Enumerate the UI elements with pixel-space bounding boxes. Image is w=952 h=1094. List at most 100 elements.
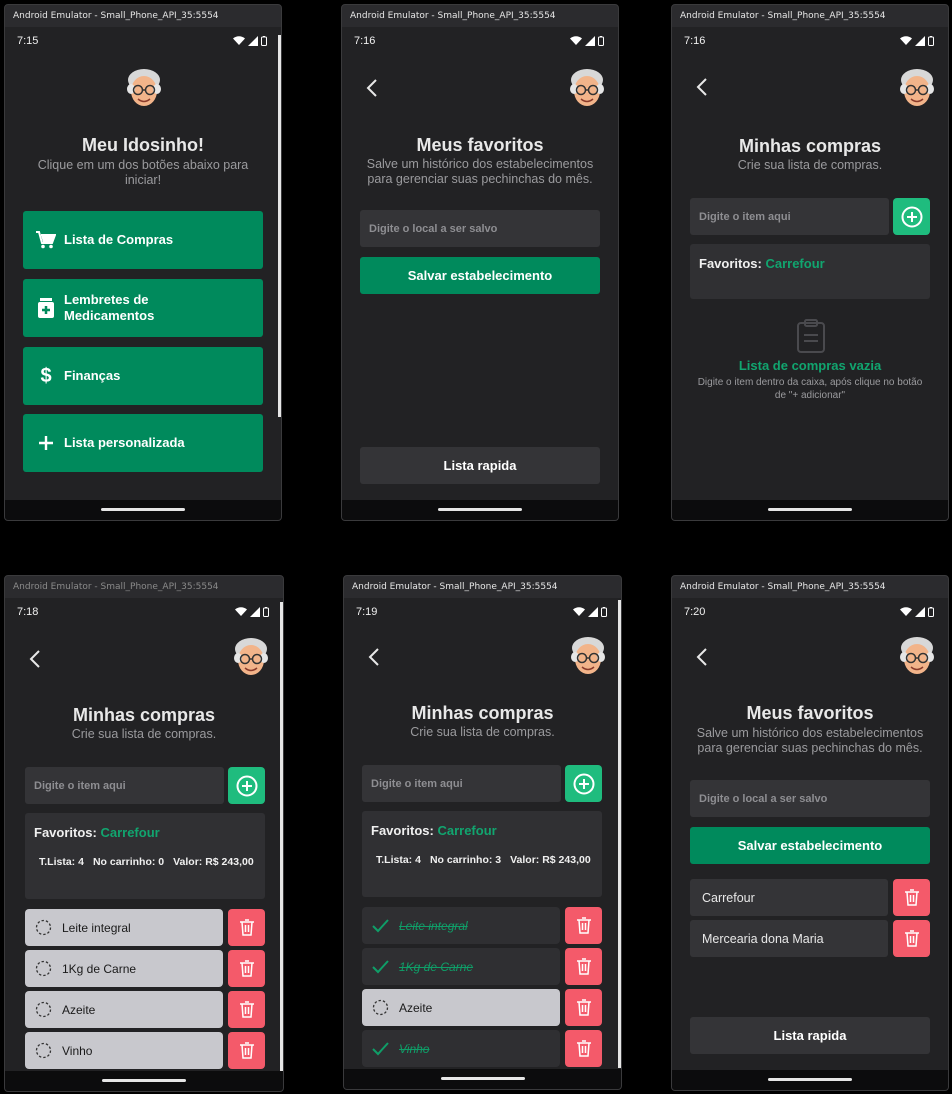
list-item-checked[interactable]: Leite integral: [362, 907, 560, 944]
status-icons: [900, 36, 934, 46]
page-title: Meus favoritos: [416, 135, 544, 155]
elderly-avatar-icon: [570, 69, 604, 106]
page-title: Minhas compras: [72, 705, 216, 725]
elderly-avatar-icon: [900, 637, 934, 674]
check-icon[interactable]: [371, 1040, 389, 1058]
check-icon[interactable]: [371, 917, 389, 935]
button-label: Lista de Compras: [64, 232, 174, 247]
saved-store-item[interactable]: Mercearia dona Maria: [690, 920, 888, 957]
list-item[interactable]: Leite integral: [25, 909, 223, 946]
unchecked-circle-icon[interactable]: [34, 960, 52, 978]
unchecked-circle-icon[interactable]: [34, 1001, 52, 1019]
battery-icon: [928, 36, 934, 46]
item-input[interactable]: Digite o item aqui: [25, 767, 224, 804]
delete-store-button[interactable]: [893, 879, 930, 916]
trash-icon: [239, 919, 254, 936]
saved-store-item[interactable]: Carrefour: [690, 879, 888, 916]
back-arrow-icon[interactable]: [362, 77, 384, 99]
list-item[interactable]: Azeite: [362, 989, 560, 1026]
favorite-store[interactable]: Carrefour: [100, 825, 159, 840]
page-title: Meu Idosinho!: [82, 135, 204, 155]
list-item[interactable]: Azeite: [25, 991, 223, 1028]
favorite-store[interactable]: Carrefour: [765, 256, 824, 271]
home-gesture-pill[interactable]: [768, 1078, 852, 1081]
home-gesture-pill[interactable]: [102, 1079, 186, 1082]
back-arrow-icon[interactable]: [692, 76, 714, 98]
battery-icon: [263, 607, 269, 617]
status-icons: [900, 607, 934, 617]
store-input[interactable]: Digite o local a ser salvo: [690, 780, 930, 817]
nav-bar: [5, 500, 281, 520]
save-store-button[interactable]: Salvar estabelecimento: [690, 827, 930, 864]
nav-bar: [5, 1071, 283, 1091]
save-store-button[interactable]: Salvar estabelecimento: [360, 257, 600, 294]
unchecked-circle-icon[interactable]: [34, 1042, 52, 1060]
signal-icon: [248, 36, 258, 46]
item-label: Vinho: [399, 1041, 430, 1056]
add-item-button[interactable]: [565, 765, 602, 802]
emulator-title: Android Emulator - Small_Phone_API_35:55…: [680, 11, 886, 21]
store-input[interactable]: Digite o local a ser salvo: [360, 210, 600, 247]
back-arrow-icon[interactable]: [692, 646, 714, 668]
signal-icon: [915, 36, 925, 46]
clipboard-icon: [797, 319, 825, 353]
quick-list-button[interactable]: Lista rapida: [690, 1017, 930, 1054]
favorites-label: Favoritos: Carrefour: [34, 825, 160, 840]
add-item-button[interactable]: [228, 767, 265, 804]
unchecked-circle-icon[interactable]: [34, 919, 52, 937]
list-item[interactable]: 1Kg de Carne: [25, 950, 223, 987]
signal-icon: [585, 36, 595, 46]
favorites-label: Favoritos: Carrefour: [699, 256, 825, 271]
list-item[interactable]: Vinho: [25, 1032, 223, 1069]
emulator-window-favorites: Android Emulator - Small_Phone_API_35:55…: [341, 4, 619, 521]
status-icons: [235, 607, 269, 617]
shopping-list-button[interactable]: Lista de Compras: [23, 211, 263, 269]
trash-icon: [904, 889, 919, 906]
item-input[interactable]: Digite o item aqui: [362, 765, 561, 802]
status-time: 7:16: [354, 35, 376, 47]
scrollbar[interactable]: [618, 600, 621, 1068]
favorites-card: Favoritos: Carrefour T.Lista: 4 No carrin…: [362, 811, 602, 897]
delete-item-button[interactable]: [565, 948, 602, 985]
emulator-title: Android Emulator - Small_Phone_API_35:55…: [13, 11, 219, 21]
check-icon[interactable]: [371, 958, 389, 976]
delete-item-button[interactable]: [228, 1032, 265, 1069]
nav-bar: [672, 500, 948, 520]
status-icons: [573, 607, 607, 617]
item-label: Leite integral: [399, 918, 468, 933]
home-gesture-pill[interactable]: [440, 1077, 525, 1080]
finances-button[interactable]: $ Finanças: [23, 347, 263, 405]
quick-list-button[interactable]: Lista rapida: [360, 447, 600, 484]
home-gesture-pill[interactable]: [101, 508, 185, 511]
list-item-checked[interactable]: 1Kg de Carne: [362, 948, 560, 985]
back-arrow-icon[interactable]: [25, 648, 47, 670]
back-arrow-icon[interactable]: [364, 646, 386, 668]
medication-reminders-button[interactable]: Lembretes de Medicamentos: [23, 279, 263, 337]
delete-item-button[interactable]: [228, 909, 265, 946]
scrollbar[interactable]: [278, 35, 281, 417]
delete-item-button[interactable]: [565, 907, 602, 944]
list-item-checked[interactable]: Vinho: [362, 1030, 560, 1067]
item-input[interactable]: Digite o item aqui: [690, 198, 889, 235]
home-gesture-pill[interactable]: [768, 508, 852, 511]
item-label: Azeite: [62, 1002, 96, 1017]
scrollbar[interactable]: [280, 602, 283, 1071]
delete-item-button[interactable]: [565, 989, 602, 1026]
delete-store-button[interactable]: [893, 920, 930, 957]
wifi-icon: [235, 607, 247, 616]
total-items: T.Lista: 4: [376, 854, 421, 866]
delete-item-button[interactable]: [228, 991, 265, 1028]
favorite-store[interactable]: Carrefour: [437, 823, 496, 838]
status-time: 7:20: [684, 606, 706, 618]
status-bar: 7:16: [672, 27, 948, 55]
delete-item-button[interactable]: [565, 1030, 602, 1067]
custom-list-button[interactable]: Lista personalizada: [23, 414, 263, 472]
add-item-button[interactable]: [893, 198, 930, 235]
unchecked-circle-icon[interactable]: [371, 999, 389, 1017]
elderly-avatar-icon: [571, 637, 605, 674]
nav-bar: [672, 1070, 948, 1090]
delete-item-button[interactable]: [228, 950, 265, 987]
home-gesture-pill[interactable]: [438, 508, 522, 511]
emulator-title: Android Emulator - Small_Phone_API_35:55…: [350, 11, 556, 21]
wifi-icon: [570, 36, 582, 45]
